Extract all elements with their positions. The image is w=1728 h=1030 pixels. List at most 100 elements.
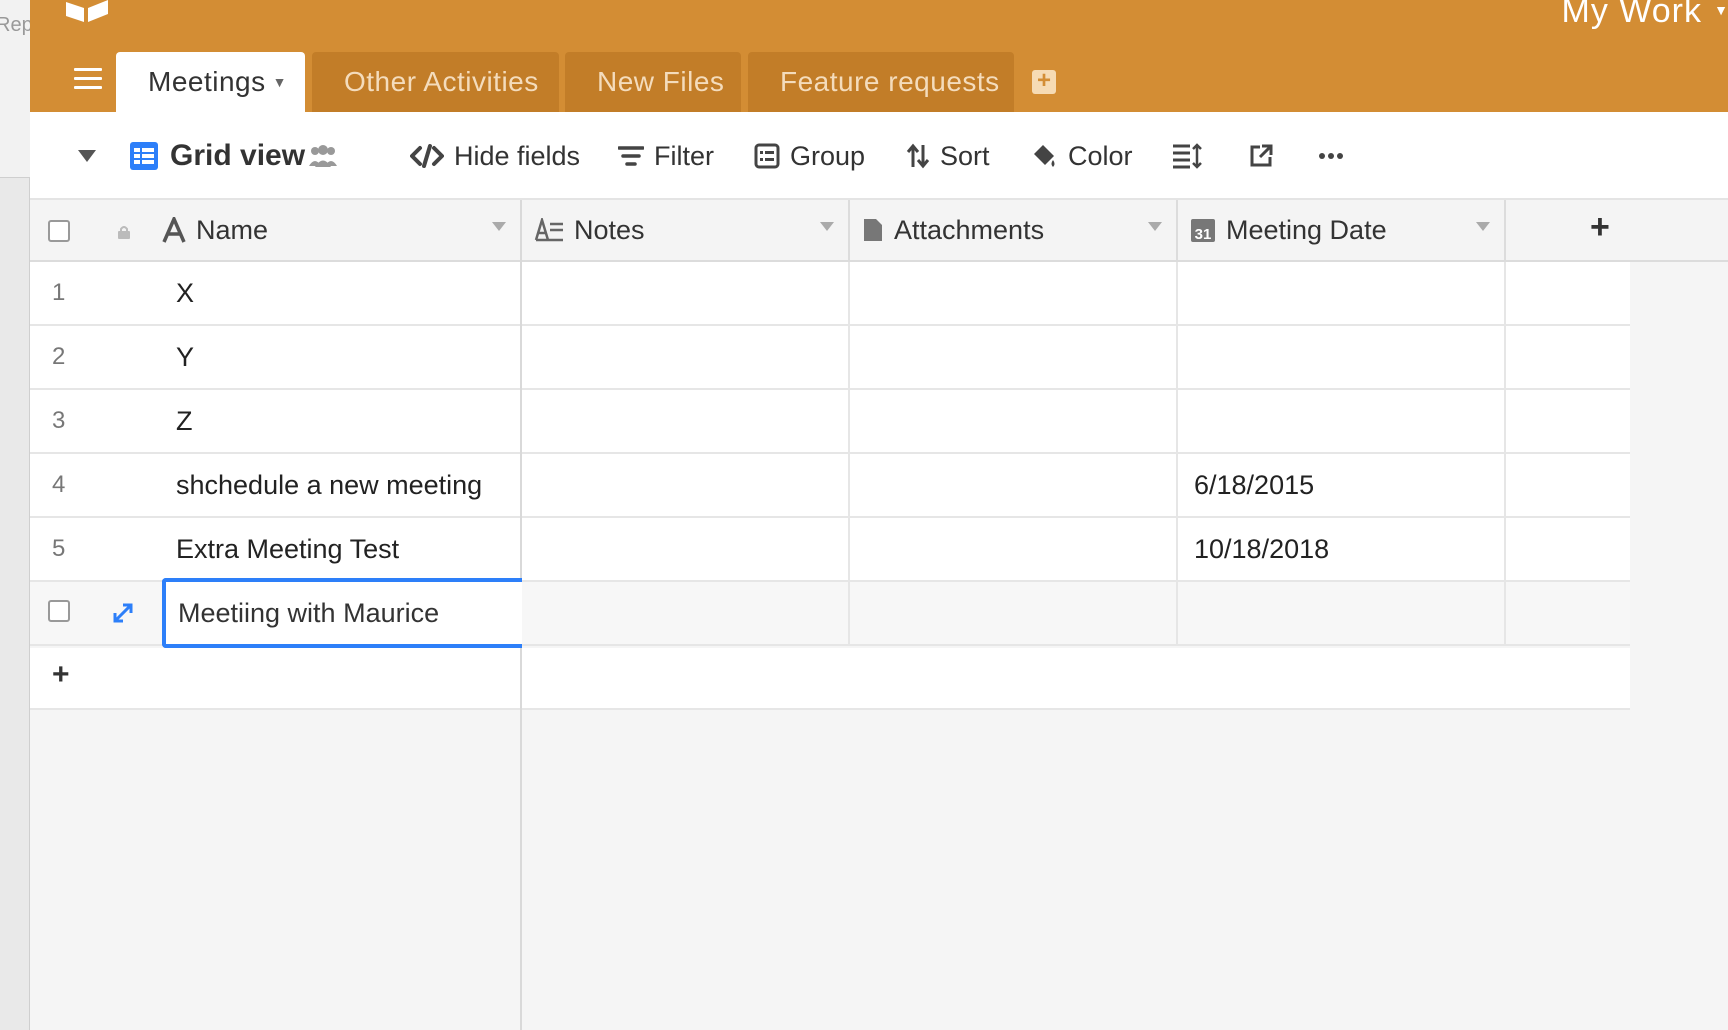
tab-feature-requests[interactable]: Feature requests — [748, 52, 1014, 112]
row-number: 2 — [52, 343, 66, 370]
workspace-name[interactable]: My Work — [1562, 0, 1702, 31]
filter-button[interactable]: Filter — [618, 112, 714, 200]
attachments-cell[interactable] — [850, 390, 1178, 452]
row-number: 5 — [52, 535, 66, 562]
name-cell[interactable]: Y — [176, 326, 194, 388]
table-row[interactable]: 2Y — [30, 326, 520, 390]
column-menu-caret-icon[interactable] — [820, 222, 834, 231]
tab-label: Other Activities — [344, 66, 539, 97]
add-table-button[interactable]: + — [1032, 69, 1056, 94]
column-header-attachments[interactable]: Attachments — [850, 200, 1178, 260]
attachments-cell[interactable] — [850, 582, 1178, 644]
row-number: 1 — [52, 279, 66, 306]
grid-view-icon — [128, 140, 160, 172]
add-field-button[interactable]: + — [1506, 200, 1728, 260]
app-header: My Work ▼ Meetings ▼ Other Activities Ne… — [30, 0, 1728, 112]
attachments-cell[interactable] — [850, 518, 1178, 580]
expand-record-icon[interactable] — [112, 602, 134, 624]
table-row[interactable] — [522, 582, 1630, 646]
background-window-panel: Rep — [0, 0, 33, 178]
notes-cell[interactable] — [522, 582, 850, 644]
add-row[interactable]: + — [30, 648, 520, 710]
notes-cell[interactable] — [522, 454, 850, 516]
table-row[interactable]: 1X — [30, 262, 520, 326]
column-header-notes[interactable]: Notes — [522, 200, 850, 260]
column-menu-caret-icon[interactable] — [1476, 222, 1490, 231]
add-row[interactable] — [522, 648, 1630, 710]
attachments-cell[interactable] — [850, 454, 1178, 516]
table-row[interactable]: 6/18/2015 — [522, 454, 1630, 518]
group-label: Group — [790, 140, 866, 171]
notes-cell[interactable] — [522, 262, 850, 324]
meeting-date-cell[interactable] — [1178, 326, 1506, 388]
tab-new-files[interactable]: New Files — [565, 52, 741, 112]
app-logo-icon[interactable] — [64, 0, 112, 22]
attachments-cell[interactable] — [850, 262, 1178, 324]
color-label: Color — [1068, 140, 1133, 171]
share-view-icon[interactable] — [1248, 112, 1274, 200]
column-header-name[interactable]: Name — [150, 200, 520, 260]
column-label: Notes — [574, 214, 645, 245]
table-row[interactable] — [522, 390, 1630, 454]
table-row[interactable] — [522, 262, 1630, 326]
view-toolbar: Grid view Hide fields Filter Group Sort — [30, 112, 1728, 200]
long-text-icon — [534, 218, 564, 242]
more-options-icon[interactable] — [1318, 112, 1344, 200]
workspace-caret-icon[interactable]: ▼ — [1714, 2, 1728, 18]
hide-fields-button[interactable]: Hide fields — [410, 112, 580, 200]
text-type-icon — [162, 217, 186, 243]
tab-other-activities[interactable]: Other Activities — [312, 52, 559, 112]
scrollable-column-pane: Notes Attachments 31 Meeting Date + 6/18… — [522, 200, 1728, 1030]
calendar-icon: 31 — [1190, 217, 1216, 243]
column-label: Meeting Date — [1226, 214, 1387, 245]
menu-hamburger-icon[interactable] — [74, 68, 102, 90]
add-field-plus-icon[interactable]: + — [1590, 208, 1610, 247]
column-header-meeting-date[interactable]: 31 Meeting Date — [1178, 200, 1506, 260]
color-button[interactable]: Color — [1030, 112, 1133, 200]
editing-name-cell[interactable]: Meetiing with Maurice — [162, 578, 522, 648]
name-cell[interactable]: X — [176, 262, 194, 324]
table-row[interactable]: 3Z — [30, 390, 520, 454]
notes-cell[interactable] — [522, 326, 850, 388]
table-row[interactable]: 10/18/2018 — [522, 518, 1630, 582]
tab-label: New Files — [597, 66, 725, 97]
filter-label: Filter — [654, 140, 714, 171]
meeting-date-cell[interactable] — [1178, 262, 1506, 324]
tab-meetings[interactable]: Meetings ▼ — [116, 52, 305, 112]
collaborators-icon[interactable] — [306, 112, 340, 200]
notes-cell[interactable] — [522, 390, 850, 452]
sort-button[interactable]: Sort — [906, 112, 990, 200]
group-button[interactable]: Group — [754, 112, 865, 200]
name-cell[interactable]: Z — [176, 390, 193, 452]
filter-icon — [618, 145, 644, 167]
background-window: Rep — [0, 0, 33, 1030]
meeting-date-cell[interactable] — [1178, 390, 1506, 452]
tab-caret-icon[interactable]: ▼ — [273, 52, 287, 112]
meeting-date-cell[interactable] — [1178, 582, 1506, 644]
data-grid: Name 1 X 2 Y 3 Z 4 shchedule a new meeting 5 Extr… — [30, 200, 1728, 1030]
row-height-icon[interactable] — [1172, 112, 1202, 200]
grid-view-selector[interactable]: Grid view — [128, 112, 305, 200]
select-all-checkbox[interactable] — [48, 220, 70, 242]
meeting-date-cell[interactable]: 10/18/2018 — [1178, 518, 1506, 580]
row-number: 4 — [52, 471, 66, 498]
table-row[interactable]: 5 Extra Meeting Test — [30, 518, 520, 582]
editing-name-text: Meetiing with Maurice — [178, 598, 440, 628]
notes-cell[interactable] — [522, 518, 850, 580]
column-menu-caret-icon[interactable] — [492, 222, 506, 231]
attachments-cell[interactable] — [850, 326, 1178, 388]
column-label: Attachments — [894, 214, 1045, 245]
name-cell[interactable]: shchedule a new meeting — [176, 454, 482, 516]
view-switcher-caret-icon[interactable] — [78, 112, 96, 200]
name-cell[interactable]: Extra Meeting Test — [176, 518, 399, 580]
file-icon — [862, 217, 884, 243]
tab-label: Feature requests — [780, 66, 1000, 97]
table-row[interactable]: 4 shchedule a new meeting — [30, 454, 520, 518]
add-row-plus-icon[interactable]: + — [52, 658, 70, 692]
table-row[interactable] — [522, 326, 1630, 390]
column-menu-caret-icon[interactable] — [1148, 222, 1162, 231]
tab-label: Meetings — [148, 66, 266, 97]
svg-text:31: 31 — [1195, 226, 1212, 243]
row-select-checkbox[interactable] — [48, 600, 70, 622]
meeting-date-cell[interactable]: 6/18/2015 — [1178, 454, 1506, 516]
